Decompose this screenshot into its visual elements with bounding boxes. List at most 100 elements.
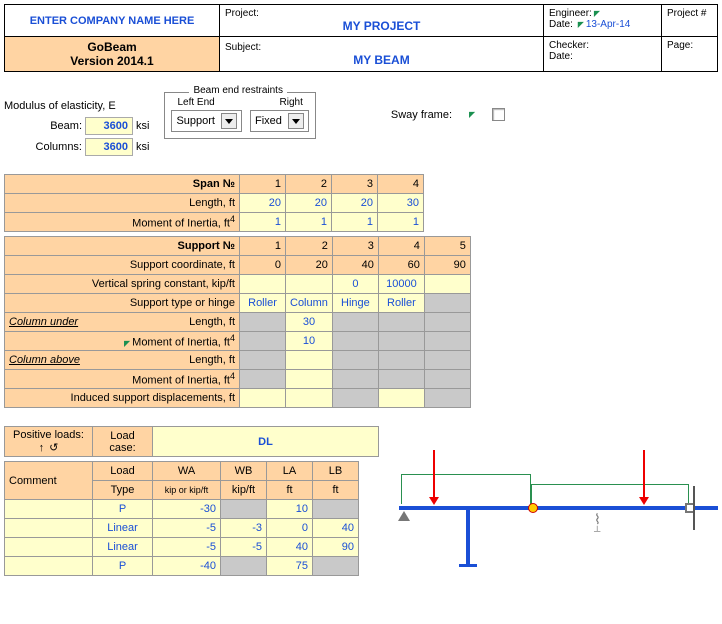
load-type[interactable]: P: [93, 500, 153, 519]
disp-cell[interactable]: [240, 389, 286, 408]
spring-support-icon: ⌇┴: [594, 511, 601, 536]
span-col: 3: [332, 175, 378, 194]
comment-marker-icon: ◤: [578, 20, 584, 29]
na-cell: [424, 351, 470, 370]
comment-cell[interactable]: [5, 557, 93, 576]
right-restraint-select[interactable]: Fixed: [250, 110, 309, 132]
span-moi-cell[interactable]: 1: [240, 213, 286, 232]
col-e-label: Columns:: [4, 141, 82, 153]
wb-cell[interactable]: -3: [221, 519, 267, 538]
page-label: Page:: [662, 37, 717, 71]
support-table: Support № 1 2 3 4 5 Support coordinate, …: [4, 236, 471, 408]
left-restraint-select[interactable]: Support: [171, 110, 242, 132]
disp-cell[interactable]: [286, 389, 333, 408]
column-support-icon: [466, 510, 470, 565]
above-len-cell[interactable]: [286, 351, 333, 370]
comment-cell[interactable]: [5, 538, 93, 557]
chevron-down-icon[interactable]: [221, 113, 237, 129]
spring-cell[interactable]: 10000: [378, 275, 424, 294]
spring-cell[interactable]: [424, 275, 470, 294]
lb-cell[interactable]: 90: [313, 538, 359, 557]
wb-unit: kip/ft: [221, 481, 267, 500]
span-length-cell[interactable]: 20: [286, 194, 332, 213]
above-moi-cell[interactable]: [286, 370, 333, 389]
unit-ksi: ksi: [136, 141, 149, 153]
load-case-label: Load case:: [93, 427, 153, 457]
na-cell: [332, 351, 378, 370]
wa-cell[interactable]: -5: [153, 519, 221, 538]
lb-cell[interactable]: 40: [313, 519, 359, 538]
span-moi-cell[interactable]: 1: [378, 213, 424, 232]
wb-cell: [221, 557, 267, 576]
span-moi-cell[interactable]: 1: [286, 213, 332, 232]
col-e-input[interactable]: [85, 138, 133, 156]
app-version: Version 2014.1: [70, 54, 153, 68]
subject-value[interactable]: MY BEAM: [225, 53, 538, 67]
wb-cell[interactable]: -5: [221, 538, 267, 557]
disp-label: Induced support displacements, ft: [5, 389, 240, 408]
date2-label: Date:: [549, 51, 656, 62]
date-value[interactable]: 13-Apr-14: [586, 19, 630, 30]
load-type[interactable]: Linear: [93, 519, 153, 538]
sup-col: 4: [378, 237, 424, 256]
span-length-label: Length, ft: [5, 194, 240, 213]
under-moi-cell[interactable]: 10: [286, 332, 333, 351]
sup-type-cell[interactable]: Column: [286, 294, 333, 313]
span-length-cell[interactable]: 30: [378, 194, 424, 213]
sup-type-cell[interactable]: Roller: [378, 294, 424, 313]
sup-coord: 90: [424, 256, 470, 275]
lb-cell: [313, 557, 359, 576]
la-cell[interactable]: 0: [267, 519, 313, 538]
wa-cell[interactable]: -5: [153, 538, 221, 557]
beam-e-input[interactable]: [85, 117, 133, 135]
under-len-cell[interactable]: 30: [286, 313, 333, 332]
rotate-icon: [49, 442, 58, 454]
company-name[interactable]: ENTER COMPANY NAME HERE: [5, 5, 220, 36]
la-header: LA: [267, 462, 313, 481]
sup-type-cell[interactable]: Hinge: [332, 294, 378, 313]
load-type-header: Load: [93, 462, 153, 481]
la-cell[interactable]: 10: [267, 500, 313, 519]
la-cell[interactable]: 75: [267, 557, 313, 576]
wb-cell: [221, 500, 267, 519]
beam-diagram: ⌇┴: [389, 426, 718, 586]
unit-ksi: ksi: [136, 120, 149, 132]
restraints-title: Beam end restraints: [189, 85, 287, 96]
load-type[interactable]: Linear: [93, 538, 153, 557]
load-type[interactable]: P: [93, 557, 153, 576]
spring-cell[interactable]: [240, 275, 286, 294]
la-cell[interactable]: 40: [267, 538, 313, 557]
loads-table: Positive loads: Load case: DL: [4, 426, 379, 457]
spring-cell[interactable]: [286, 275, 333, 294]
sup-coord-label: Support coordinate, ft: [5, 256, 240, 275]
subject-label: Subject:: [225, 42, 538, 53]
app-name: GoBeam: [87, 40, 136, 54]
project-value[interactable]: MY PROJECT: [225, 19, 538, 33]
chevron-down-icon[interactable]: [288, 113, 304, 129]
wa-cell[interactable]: -30: [153, 500, 221, 519]
right-restraint-value: Fixed: [255, 115, 282, 127]
sway-checkbox[interactable]: [492, 108, 505, 121]
span-length-cell[interactable]: 20: [240, 194, 286, 213]
na-cell: [332, 332, 378, 351]
comment-cell[interactable]: [5, 519, 93, 538]
loads-data-table: Comment Load WA WB LA LB Type kip or kip…: [4, 461, 359, 576]
sup-col: 1: [240, 237, 286, 256]
col-above-label: Column aboveLength, ft: [5, 351, 240, 370]
wa-cell[interactable]: -40: [153, 557, 221, 576]
sup-col: 5: [424, 237, 470, 256]
na-cell: [240, 332, 286, 351]
sup-type-cell[interactable]: Roller: [240, 294, 286, 313]
spring-cell[interactable]: 0: [332, 275, 378, 294]
span-length-cell[interactable]: 20: [332, 194, 378, 213]
sway-label: Sway frame:: [391, 109, 452, 121]
sup-coord: 0: [240, 256, 286, 275]
roller-support-icon: [398, 511, 410, 521]
span-moi-cell[interactable]: 1: [332, 213, 378, 232]
disp-cell[interactable]: [378, 389, 424, 408]
comment-cell[interactable]: [5, 500, 93, 519]
load-case-value[interactable]: DL: [153, 427, 379, 457]
beam-line: [399, 506, 718, 510]
sup-col: 2: [286, 237, 333, 256]
comment-marker-icon: ◤: [124, 339, 130, 348]
